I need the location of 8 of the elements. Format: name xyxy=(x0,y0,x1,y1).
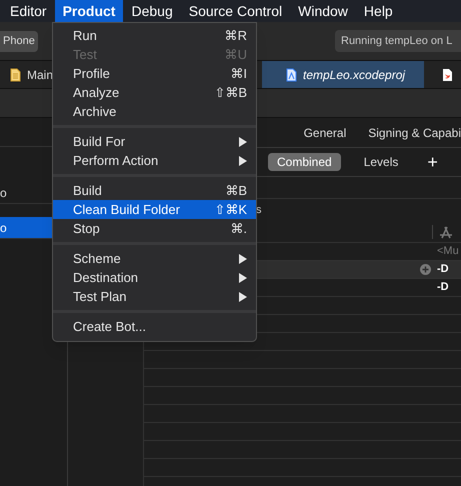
shortcut-label: ⌘B xyxy=(225,182,247,200)
shortcut-label: ⌘U xyxy=(224,46,247,64)
shortcut-label: ⌘R xyxy=(224,26,247,45)
activity-status: Running tempLeo on L xyxy=(335,30,461,52)
shortcut-label: ⇧⌘B xyxy=(214,84,247,102)
shortcut-label: ⌘I xyxy=(230,64,247,83)
shortcut-label: ⌘. xyxy=(230,220,247,238)
shortcut-label: ⇧⌘K xyxy=(214,200,247,219)
